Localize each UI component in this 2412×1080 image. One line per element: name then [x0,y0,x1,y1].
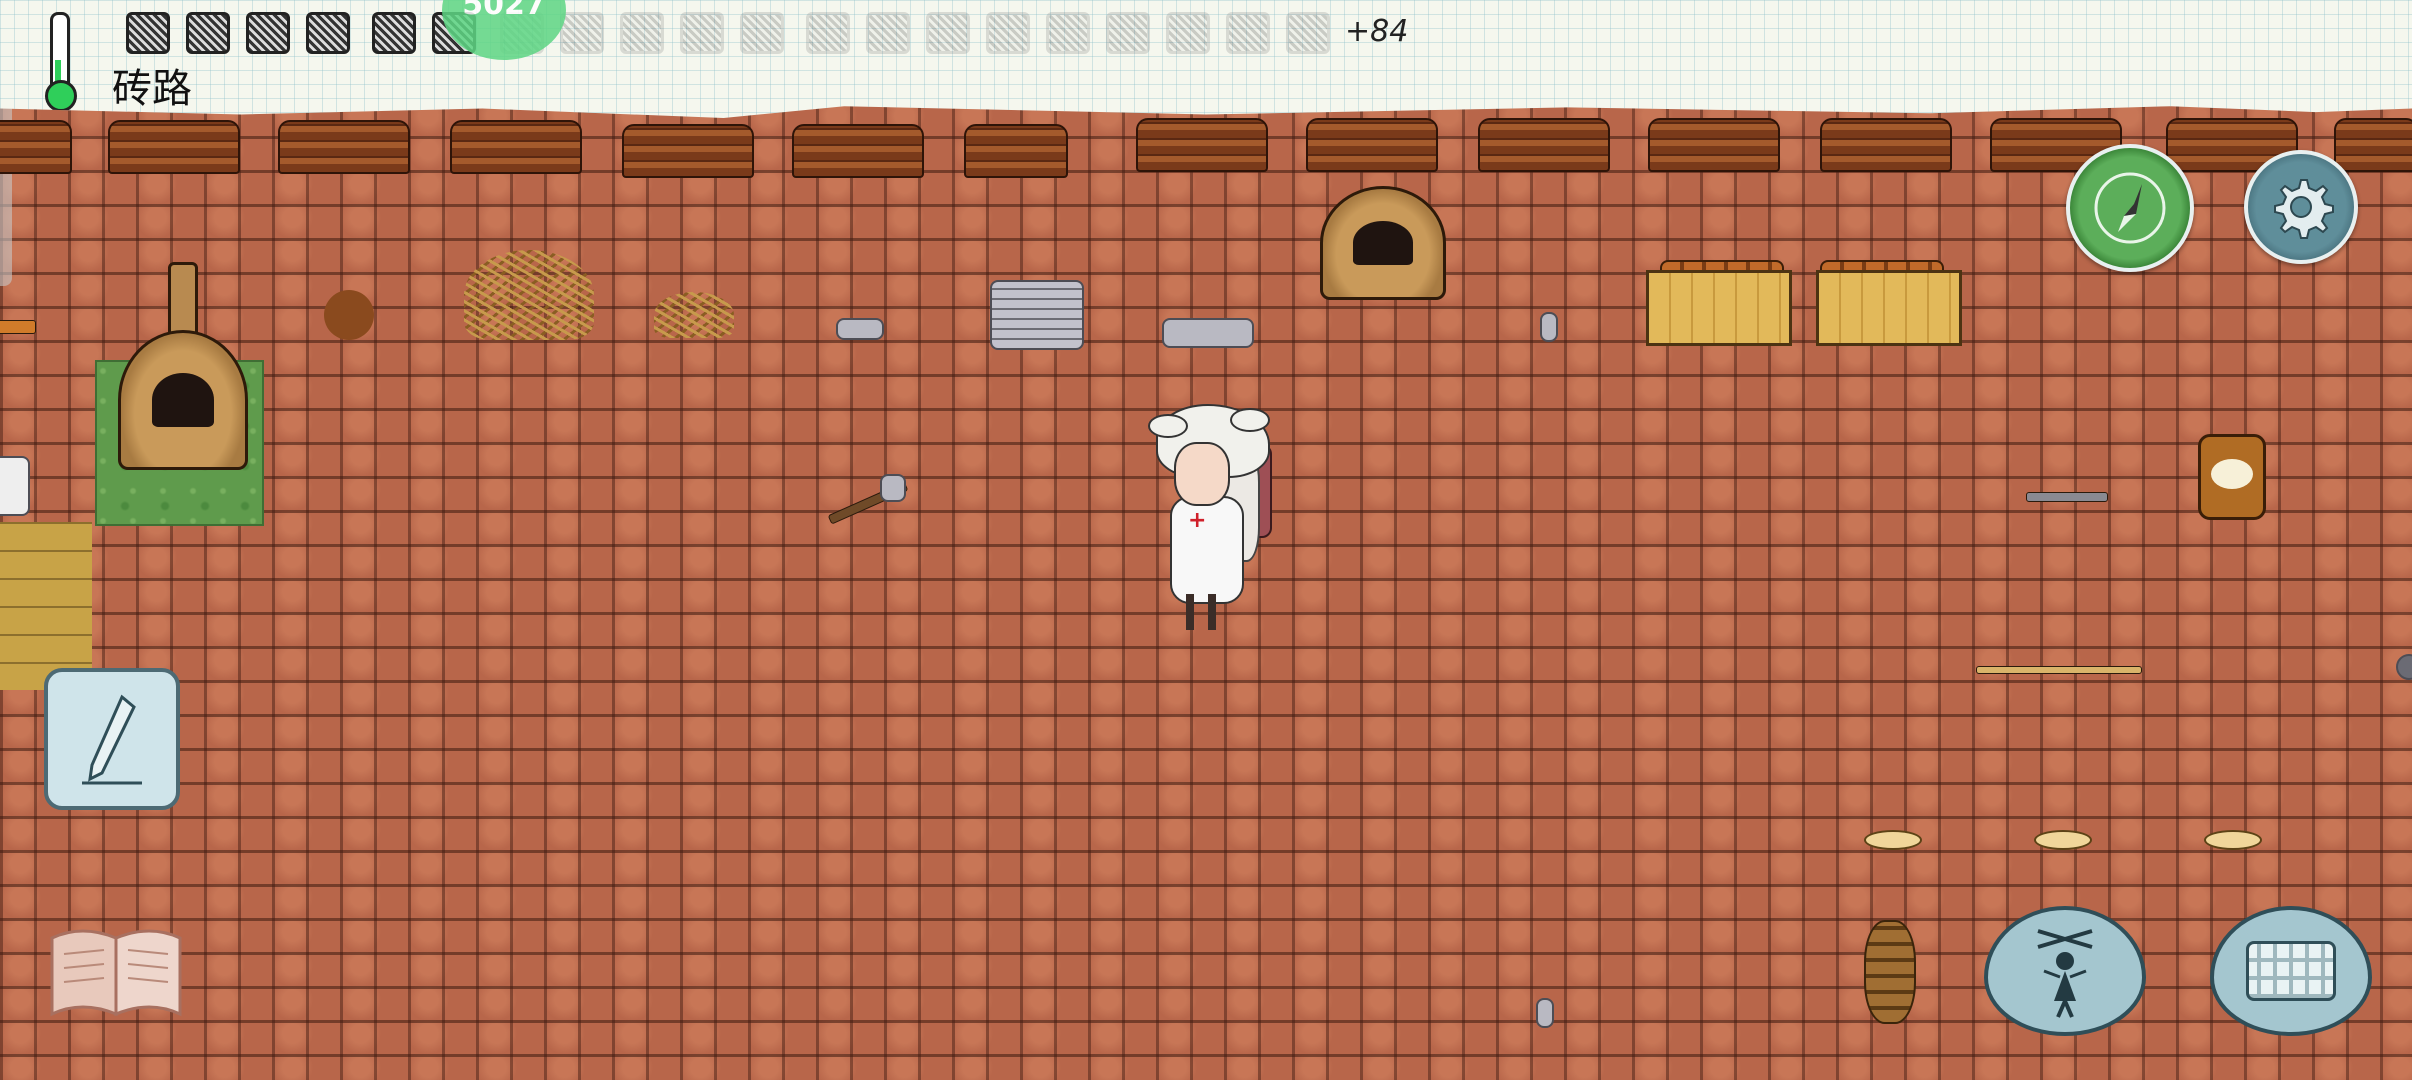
woodpile[interactable] [1820,118,1952,172]
food-pip-icon [1286,12,1330,54]
straw-bundle[interactable] [654,292,734,338]
woodpile[interactable] [1306,118,1438,172]
kindling-pile[interactable] [324,290,374,340]
adobe-oven[interactable] [1320,186,1446,300]
crate-of-jars[interactable] [1646,270,1792,346]
jar-label [2211,459,2253,489]
flat-bread[interactable] [1864,830,1922,850]
axe-head [880,474,906,502]
woodpile[interactable] [622,124,754,178]
thermometer-bulb [45,80,77,112]
food-pip-icon [806,12,850,54]
puppet-icon [2037,929,2093,1018]
food-pip-icon [1166,12,1210,54]
long-shaft[interactable] [1976,666,2142,674]
woodpile[interactable] [450,120,582,174]
recipe-book-button[interactable] [46,924,186,1020]
straw-pile[interactable] [464,250,594,340]
food-pip-icon [680,12,724,54]
compass-icon [2094,172,2166,244]
food-pip-icon [186,12,230,54]
woodpile[interactable] [1648,118,1780,172]
settings-button[interactable] [2244,150,2358,264]
food-pip-icon [926,12,970,54]
woodpile[interactable] [792,124,924,178]
stone[interactable] [836,318,884,340]
nurse-outfit: + [1170,496,1244,604]
food-pip-icon [126,12,170,54]
food-pip-icon [620,12,664,54]
food-pip-icon [1046,12,1090,54]
basket-stack[interactable] [1864,920,1916,1024]
food-pip-icon [306,12,350,54]
sharp-stone[interactable] [1540,312,1558,342]
food-pip-icon [1106,12,1150,54]
extra-food-count: +84 [1345,14,1409,49]
woodpile[interactable] [2334,118,2412,172]
adobe-kiln[interactable] [118,330,248,470]
left-edge-tool[interactable] [0,320,36,334]
status-bar: 砖路 5027 +84 [0,0,2412,118]
character-leg [1186,594,1194,630]
sharp-stone[interactable] [1536,998,1554,1028]
crate-of-jars[interactable] [1816,270,1962,346]
woodpile[interactable] [108,120,240,174]
flat-bread[interactable] [2204,830,2262,850]
food-pip-icon [1226,12,1270,54]
food-pip-icon [740,12,784,54]
yellow-path-tile[interactable] [0,522,92,690]
woodpile[interactable] [1478,118,1610,172]
honey-jar[interactable] [2198,434,2266,520]
character-face [1174,442,1230,506]
food-pip-icon [372,12,416,54]
keyboard-icon [2246,941,2336,1001]
flat-stone[interactable] [1162,318,1254,348]
biome-label: 砖路 [112,66,192,112]
pencil-icon [82,694,142,785]
knife[interactable] [2026,492,2108,502]
flat-bread[interactable] [2034,830,2092,850]
food-pip-icon [560,12,604,54]
woodpile[interactable] [278,120,410,174]
flat-stone-stack[interactable] [990,280,1084,350]
food-pip-icon [866,12,910,54]
edit-button[interactable] [44,668,180,810]
hat-ear [1230,408,1270,432]
character-leg [1208,594,1216,630]
player-character[interactable]: + [1148,404,1288,634]
emote-puppet-button[interactable] [1984,906,2146,1036]
gear-icon [2274,179,2334,239]
woodpile[interactable] [964,124,1068,178]
red-cross-icon: + [1188,508,1207,533]
food-pip-icon [986,12,1030,54]
keyboard-button[interactable] [2210,906,2372,1036]
book-icon [50,929,182,1017]
round-stone[interactable] [2396,654,2412,680]
woodpile[interactable] [0,120,72,174]
food-pip-icon [246,12,290,54]
left-edge-object[interactable] [0,456,30,516]
woodpile[interactable] [1136,118,1268,172]
hat-ear [1148,414,1188,438]
compass-button[interactable] [2066,144,2194,272]
